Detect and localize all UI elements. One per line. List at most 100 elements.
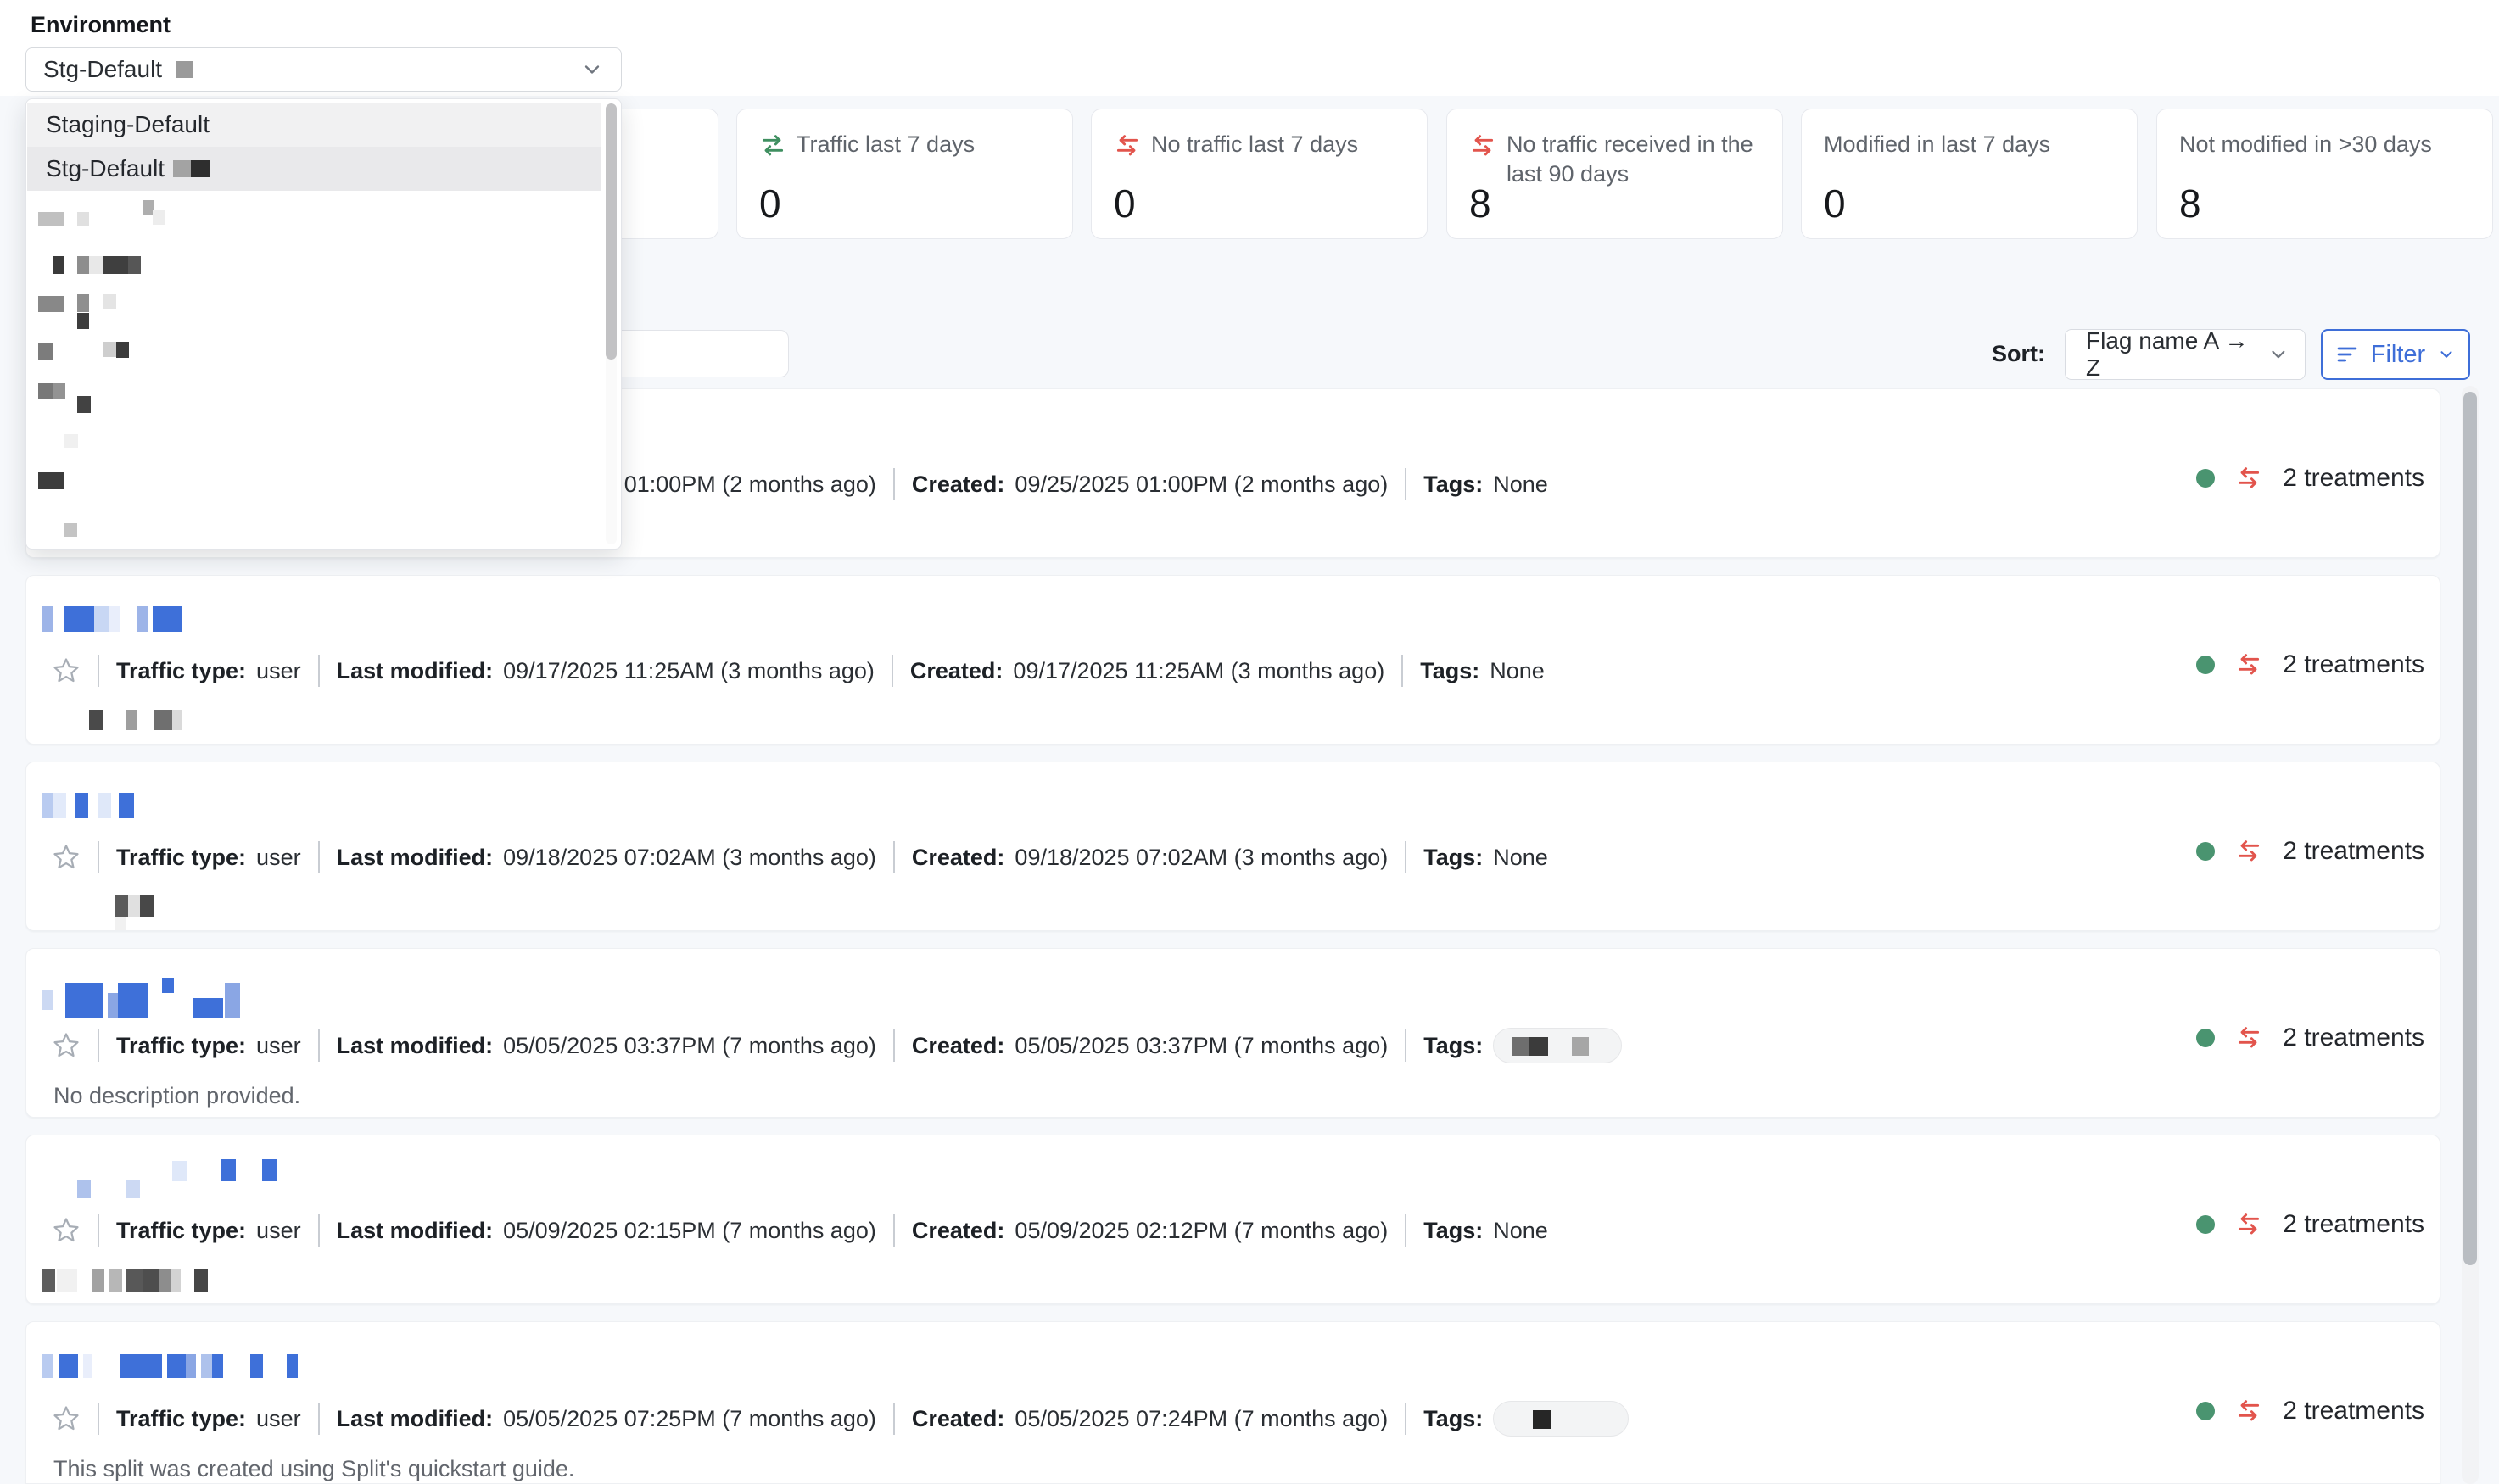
environment-label: Environment [31, 12, 171, 38]
created-value: 05/05/2025 03:37PM (7 months ago) [1015, 1033, 1388, 1059]
stat-label: Modified in last 7 days [1824, 130, 2050, 159]
traffic-arrows-icon [759, 132, 786, 159]
chevron-down-icon [2267, 343, 2289, 365]
environment-select[interactable]: Stg-Default [25, 47, 622, 92]
flag-row[interactable]: Traffic type:user Last modified:05/05/20… [25, 1321, 2440, 1484]
stat-card-no-traffic-7d[interactable]: No traffic last 7 days 0 [1091, 109, 1428, 239]
last-modified-label: Last modified: [337, 1218, 494, 1244]
no-traffic-arrows-icon [2235, 1211, 2262, 1238]
treatments-count: 2 treatments [2283, 650, 2424, 679]
dropdown-item-stg-default[interactable]: Stg-Default [27, 147, 601, 191]
flag-meta: Traffic type:user Last modified:05/05/20… [52, 1028, 1622, 1063]
tags-value: None [1490, 658, 1545, 684]
traffic-type-label: Traffic type: [116, 658, 246, 684]
active-status-dot [2196, 1402, 2215, 1420]
active-status-dot [2196, 656, 2215, 674]
active-status-dot [2196, 1029, 2215, 1047]
flag-description: This split was created using Split's qui… [53, 1456, 574, 1482]
page-scrollbar-thumb[interactable] [2463, 392, 2477, 1265]
flag-description: No description provided. [53, 1083, 300, 1109]
created-label: Created: [910, 658, 1004, 684]
dropdown-scrollbar-thumb[interactable] [606, 103, 617, 360]
created-label: Created: [912, 1218, 1005, 1244]
star-icon[interactable] [52, 656, 81, 685]
traffic-type-value: user [256, 1033, 301, 1059]
tags-value: None [1493, 1218, 1548, 1244]
last-modified-value: 09/17/2025 11:25AM (3 months ago) [503, 658, 875, 684]
treatments-count: 2 treatments [2283, 1024, 2424, 1052]
sort-select-value: Flag name A → Z [2086, 327, 2267, 382]
flag-meta: Traffic type: user Last modified: 09/18/20… [52, 841, 1548, 873]
tags-label: Tags: [1423, 1406, 1483, 1432]
environment-dropdown: Staging-Default Stg-Default [25, 98, 622, 550]
last-modified-value: 05/05/2025 03:37PM (7 months ago) [503, 1033, 876, 1059]
redacted-block [176, 61, 193, 78]
dropdown-item-label: Stg-Default [46, 155, 165, 182]
stat-label: Traffic last 7 days [797, 130, 975, 159]
traffic-type-value: user [256, 845, 301, 871]
environment-select-value: Stg-Default [43, 56, 162, 83]
active-status-dot [2196, 842, 2215, 861]
tags-label: Tags: [1423, 1218, 1483, 1244]
traffic-type-label: Traffic type: [116, 1218, 246, 1244]
traffic-type-label: Traffic type: [116, 1406, 246, 1432]
star-icon[interactable] [52, 1216, 81, 1245]
treatments-count: 2 treatments [2283, 837, 2424, 866]
last-modified-label: Last modified: [337, 845, 494, 871]
stat-card-no-traffic-90d[interactable]: No traffic received in the last 90 days … [1446, 109, 1783, 239]
no-traffic-arrows-icon [2235, 1398, 2262, 1425]
last-modified-value: 05/05/2025 07:25PM (7 months ago) [503, 1406, 876, 1432]
star-icon[interactable] [52, 1404, 81, 1433]
traffic-type-label: Traffic type: [116, 1033, 246, 1059]
created-value: 09/18/2025 07:02AM (3 months ago) [1015, 845, 1388, 871]
no-traffic-arrows-icon [2235, 651, 2262, 678]
sort-label: Sort: [1992, 341, 2045, 367]
stat-card-traffic-7d[interactable]: Traffic last 7 days 0 [736, 109, 1073, 239]
filter-icon [2335, 343, 2359, 366]
no-traffic-arrows-icon [2235, 838, 2262, 865]
feature-flags-page: Traffic last 7 days 0 No traffic last 7 … [0, 0, 2499, 1484]
dropdown-item-staging-default[interactable]: Staging-Default [27, 103, 601, 147]
tags-value: None [1493, 845, 1548, 871]
stat-value: 0 [1824, 181, 1846, 226]
flag-row[interactable]: Traffic type: user Last modified: 05/09/20… [25, 1135, 2440, 1304]
redacted-block [173, 160, 191, 177]
active-status-dot [2196, 469, 2215, 488]
flag-row[interactable]: Traffic type:user Last modified:09/17/20… [25, 575, 2440, 745]
tag-pill[interactable] [1493, 1401, 1629, 1437]
stat-value: 8 [1469, 181, 1491, 226]
treatments-count: 2 treatments [2283, 1397, 2424, 1425]
created-label: Created: [912, 1033, 1005, 1059]
traffic-type-value: user [256, 1218, 301, 1244]
treatments-count: 2 treatments [2283, 464, 2424, 493]
active-status-dot [2196, 1215, 2215, 1234]
no-traffic-arrows-icon [2235, 1024, 2262, 1052]
tags-label: Tags: [1423, 1033, 1483, 1059]
star-icon[interactable] [52, 1031, 81, 1060]
stat-value: 8 [2179, 181, 2201, 226]
tags-label: Tags: [1423, 845, 1483, 871]
stat-card-not-modified-30d[interactable]: Not modified in >30 days 8 [2156, 109, 2493, 239]
stat-label: No traffic received in the last 90 days [1507, 130, 1765, 189]
flag-row[interactable]: Traffic type: user Last modified: 09/18/20… [25, 762, 2440, 931]
flag-meta: Traffic type: user Last modified: 05/09/20… [52, 1214, 1548, 1247]
treatments-count: 2 treatments [2283, 1210, 2424, 1239]
filter-button[interactable]: Filter [2321, 329, 2470, 380]
last-modified-value: 05/09/2025 02:15PM (7 months ago) [503, 1218, 876, 1244]
stat-value: 0 [1114, 181, 1136, 226]
flag-meta: Traffic type:user Last modified:09/17/20… [52, 655, 1545, 687]
last-modified-label: Last modified: [337, 658, 494, 684]
stat-label: Not modified in >30 days [2179, 130, 2432, 159]
tags-label: Tags: [1423, 471, 1483, 498]
last-modified-value: 09/18/2025 07:02AM (3 months ago) [503, 845, 876, 871]
traffic-type-value: user [256, 1406, 301, 1432]
chevron-down-icon [580, 58, 604, 81]
tags-value: None [1493, 471, 1548, 498]
traffic-type-label: Traffic type: [116, 845, 246, 871]
flag-row[interactable]: Traffic type:user Last modified:05/05/20… [25, 948, 2440, 1118]
tag-pill[interactable] [1493, 1028, 1622, 1063]
created-label: Created: [912, 471, 1005, 498]
stat-card-modified-7d[interactable]: Modified in last 7 days 0 [1801, 109, 2138, 239]
star-icon[interactable] [52, 843, 81, 872]
sort-select[interactable]: Flag name A → Z [2065, 329, 2306, 380]
